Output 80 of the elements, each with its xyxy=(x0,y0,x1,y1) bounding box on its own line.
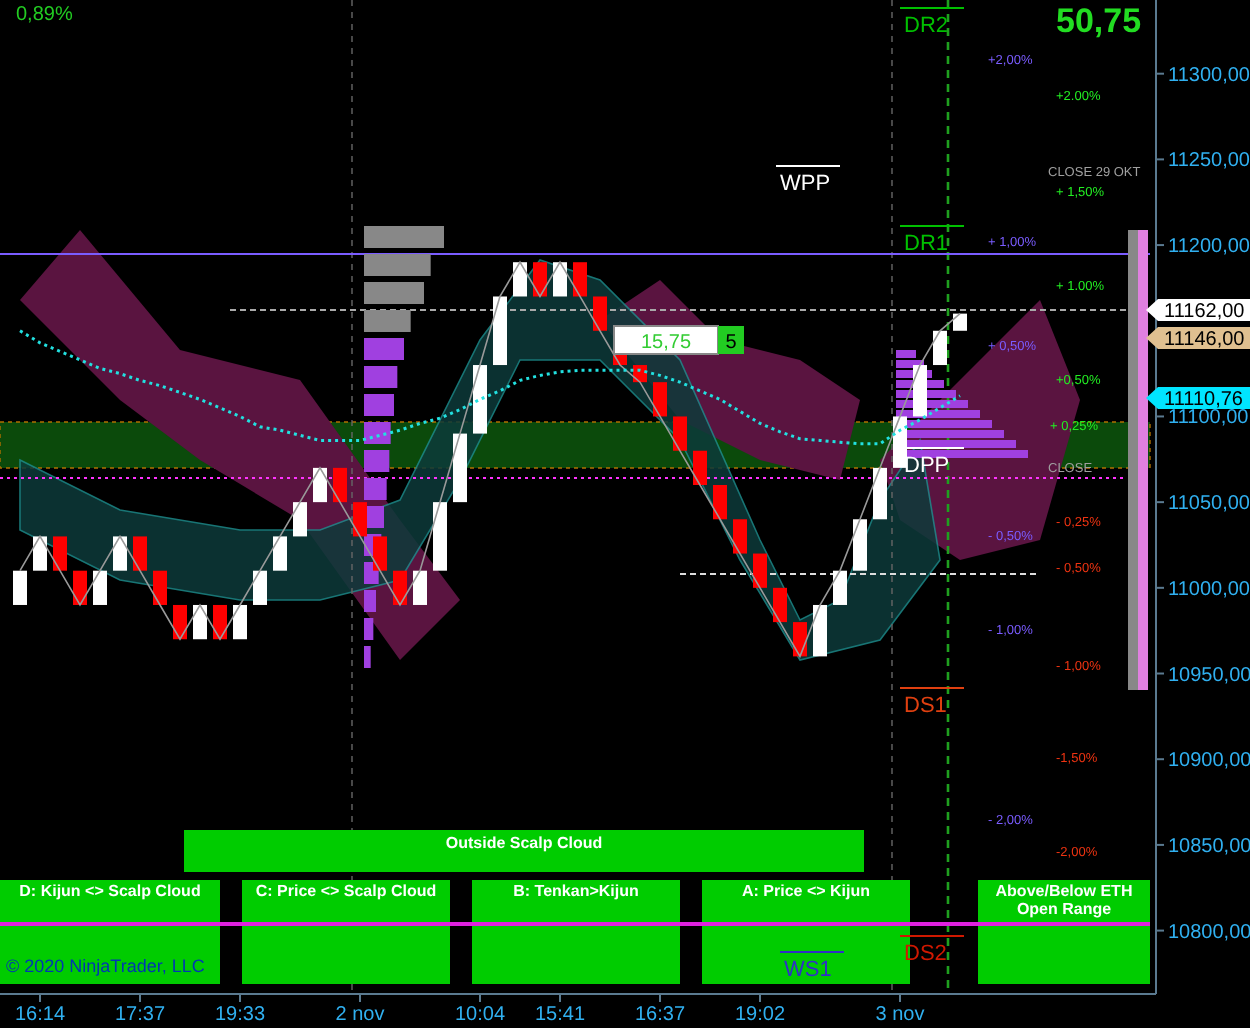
signal-label: Outside Scalp Cloud xyxy=(445,834,603,852)
price-axis-label: 10850,00 xyxy=(1168,835,1250,858)
renko-brick xyxy=(533,262,547,297)
renko-brick xyxy=(833,570,847,605)
renko-brick xyxy=(353,502,367,537)
renko-brick xyxy=(713,485,727,520)
price-axis-label: 10900,00 xyxy=(1168,750,1250,773)
copyright-text: © 2020 NinjaTrader, LLC xyxy=(6,956,205,976)
time-axis-label: 3 nov xyxy=(875,1004,925,1026)
renko-brick xyxy=(93,570,107,605)
price-axis-label: 10950,00 xyxy=(1168,664,1250,687)
renko-brick xyxy=(33,536,47,571)
price-tag-text: 11162,00 xyxy=(1164,301,1245,323)
renko-brick xyxy=(193,604,207,640)
renko-brick xyxy=(253,570,267,605)
pivot-label: DPP xyxy=(904,454,950,478)
renko-brick xyxy=(813,604,827,657)
count-badge-text: 5 xyxy=(725,332,737,354)
price-axis-label: 11250,00 xyxy=(1168,150,1250,173)
signal-label: C: Price <> Scalp Cloud xyxy=(255,882,437,900)
renko-brick xyxy=(953,313,967,331)
renko-brick xyxy=(433,502,447,571)
renko-brick xyxy=(673,416,687,451)
price-axis-label: 11050,00 xyxy=(1168,493,1250,516)
renko-brick xyxy=(873,467,887,520)
time-axis-label: 17:37 xyxy=(114,1004,166,1026)
renko-brick xyxy=(13,570,27,605)
signal-label: Above/Below ETH Open Range xyxy=(995,882,1133,918)
renko-brick xyxy=(793,622,807,657)
pivot-label: WS1 xyxy=(784,958,832,982)
renko-brick xyxy=(233,604,247,640)
renko-brick xyxy=(733,519,747,554)
renko-brick xyxy=(513,262,527,297)
pivot-label: DR1 xyxy=(904,232,949,256)
renko-brick xyxy=(133,536,147,571)
time-axis-label: 19:33 xyxy=(214,1004,266,1026)
renko-brick xyxy=(273,536,287,571)
signal-label: B: Tenkan>Kijun xyxy=(513,882,639,900)
renko-brick xyxy=(553,262,567,297)
renko-brick xyxy=(73,570,87,605)
renko-brick xyxy=(153,570,167,605)
renko-brick xyxy=(573,262,587,297)
time-axis-label: 10:04 xyxy=(454,1004,506,1026)
renko-brick xyxy=(473,365,487,434)
signal-label: D: Kijun <> Scalp Cloud xyxy=(19,882,201,900)
time-axis-label: 15:41 xyxy=(534,1004,586,1026)
value-box-text: 15,75 xyxy=(640,332,692,354)
renko-brick xyxy=(453,433,467,503)
signal-label: A: Price <> Kijun xyxy=(741,882,871,900)
renko-brick xyxy=(293,502,307,537)
count-badge xyxy=(718,326,744,354)
time-axis-label: 19:02 xyxy=(734,1004,786,1026)
renko-brick xyxy=(913,365,927,417)
header-value: 50,75 xyxy=(1056,2,1142,40)
pivot-label: DS1 xyxy=(904,694,947,718)
renko-brick xyxy=(53,536,67,571)
time-axis-label: 16:14 xyxy=(14,1004,66,1026)
pivot-label: DR2 xyxy=(904,14,949,38)
renko-brick xyxy=(373,536,387,571)
price-axis-label: 10800,00 xyxy=(1168,921,1250,944)
renko-brick xyxy=(493,296,507,366)
price-axis-label: 11000,00 xyxy=(1168,578,1250,601)
renko-brick xyxy=(653,382,667,417)
price-axis-label: 11100,00 xyxy=(1168,407,1249,430)
renko-brick xyxy=(413,570,427,605)
time-axis-label: 2 nov xyxy=(335,1004,385,1026)
price-tag-text: 11110,76 xyxy=(1164,389,1243,411)
renko-brick xyxy=(173,604,187,640)
pivot-label: WPP xyxy=(780,172,831,196)
change-percent: 0,89% xyxy=(16,4,73,26)
price-axis-label: 11200,00 xyxy=(1168,236,1250,259)
renko-brick xyxy=(113,536,127,571)
renko-brick xyxy=(593,296,607,331)
renko-brick xyxy=(213,604,227,640)
price-axis-label: 11300,00 xyxy=(1168,64,1250,87)
renko-brick xyxy=(853,519,867,571)
renko-brick xyxy=(933,330,947,366)
value-box xyxy=(613,325,719,355)
price-tag-text: 11146,00 xyxy=(1164,329,1245,351)
time-axis-label: 16:37 xyxy=(634,1004,686,1026)
